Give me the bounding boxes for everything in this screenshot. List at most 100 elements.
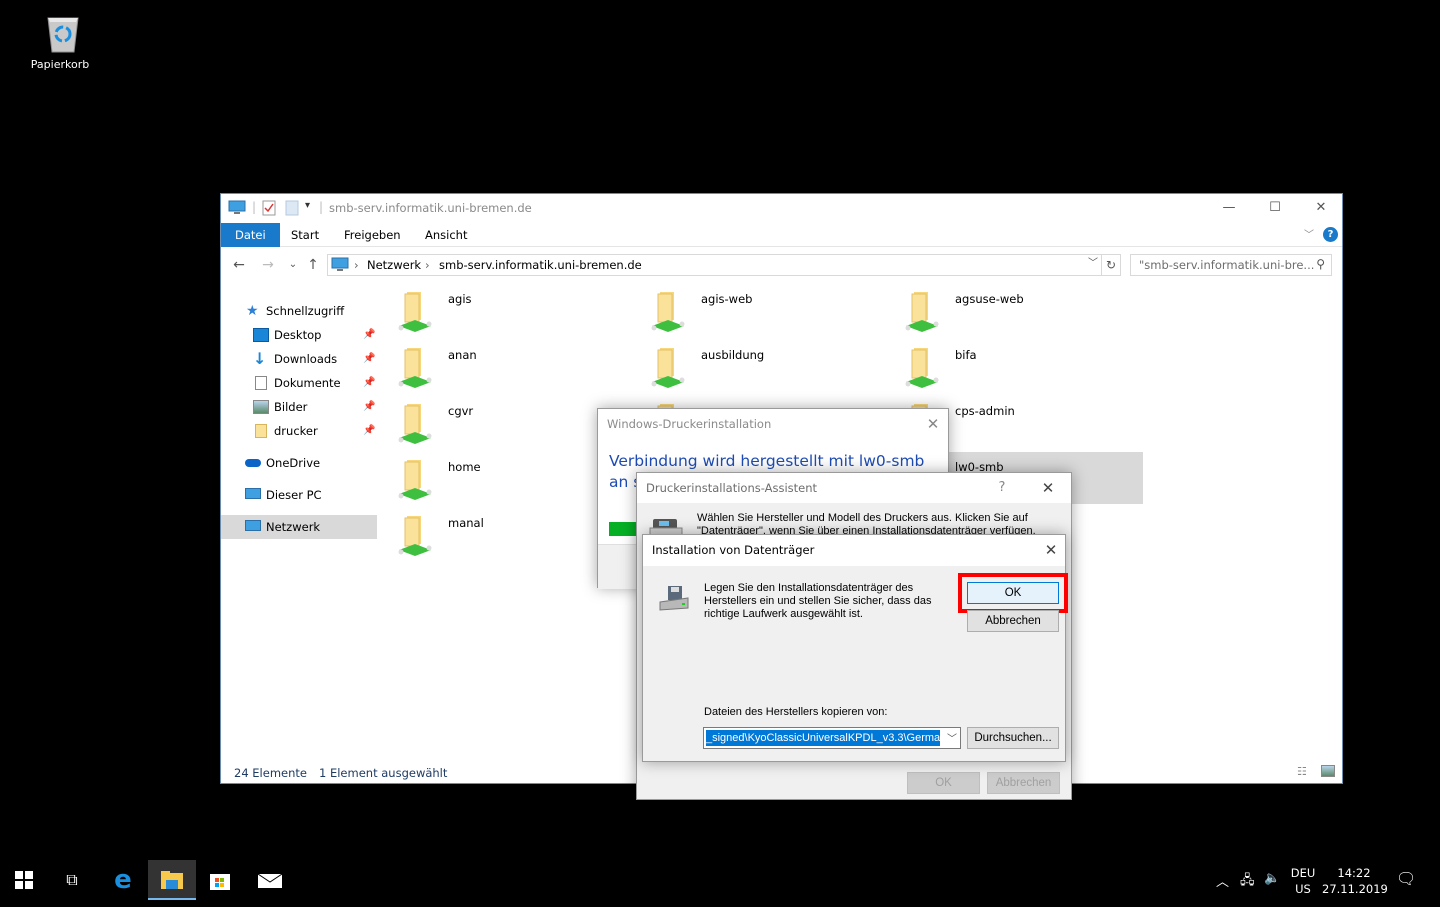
file-name: agsuse-web (955, 292, 1024, 306)
sidebar-item-desktop[interactable]: Desktop 📌 (221, 323, 377, 347)
manufacturer-path-combobox[interactable]: _signed\KyoClassicUniversalKPDL_v3.3\Ger… (703, 727, 961, 749)
address-bar[interactable]: › Netzwerk › smb-serv.informatik.uni-bre… (327, 254, 1102, 276)
file-name: bifa (955, 348, 977, 362)
mail-icon (257, 873, 283, 888)
volume-icon[interactable]: 🔈 (1264, 871, 1280, 886)
sidebar-item-drucker[interactable]: drucker 📌 (221, 419, 377, 443)
back-button[interactable]: ← (229, 255, 249, 275)
star-icon: ★ (246, 303, 259, 319)
clock-time: 14:22 (1337, 866, 1371, 880)
new-folder-icon[interactable] (285, 200, 299, 216)
file-item-anan[interactable]: anan (391, 340, 636, 392)
file-item-agis[interactable]: agis (391, 284, 636, 336)
store-icon (210, 874, 230, 890)
network-share-folder-icon (650, 346, 686, 390)
file-item-agis-web[interactable]: agis-web (644, 284, 889, 336)
file-name: agis (448, 292, 472, 306)
close-button[interactable]: ✕ (918, 413, 948, 435)
close-button[interactable]: ✕ (1298, 194, 1344, 222)
recycle-bin-icon (43, 12, 79, 53)
ok-button[interactable]: OK (967, 582, 1059, 604)
language-label: DEU (1290, 866, 1316, 880)
search-placeholder: "smb-serv.informatik.uni-bre... (1139, 258, 1315, 272)
file-explorer-taskbar-button[interactable] (148, 860, 196, 900)
expand-ribbon-icon[interactable]: ﹀ (1304, 226, 1314, 241)
help-button[interactable]: ? (987, 477, 1017, 499)
breadcrumb-netzwerk[interactable]: Netzwerk (367, 258, 421, 272)
minimize-button[interactable]: — (1206, 194, 1252, 222)
separator: | (319, 200, 324, 214)
pin-icon: 📌 (363, 353, 376, 364)
maximize-button[interactable]: ☐ (1252, 194, 1298, 222)
network-share-folder-icon (397, 346, 433, 390)
tab-start[interactable]: Start (277, 223, 333, 247)
details-view-button[interactable]: ☷ (1297, 765, 1307, 778)
address-dropdown-icon[interactable]: ﹀ (1084, 254, 1102, 276)
sidebar-item-onedrive[interactable]: OneDrive (221, 451, 377, 475)
recent-locations-button[interactable]: ⌄ (283, 255, 303, 275)
up-button[interactable]: ↑ (303, 255, 323, 275)
file-item-ausbildung[interactable]: ausbildung (644, 340, 889, 392)
dialog-title-bar: Druckerinstallations-Assistent ? ✕ (637, 473, 1071, 503)
sidebar-item-schnellzugriff[interactable]: ★ Schnellzugriff (221, 299, 377, 323)
documents-icon (255, 376, 267, 390)
recycle-bin-label: Papierkorb (30, 58, 90, 71)
show-hidden-icons-button[interactable]: ︿ (1216, 871, 1229, 890)
close-button[interactable]: ✕ (1036, 539, 1066, 561)
window-title: smb-serv.informatik.uni-bremen.de (329, 201, 532, 215)
tab-freigeben[interactable]: Freigeben (330, 223, 415, 247)
network-share-folder-icon (397, 290, 433, 334)
dialog-title: Druckerinstallations-Assistent (646, 481, 818, 495)
edge-button[interactable]: e (99, 860, 147, 900)
properties-icon[interactable] (262, 200, 276, 216)
pin-icon: 📌 (363, 425, 376, 436)
desktop-icon-recycle-bin[interactable]: Papierkorb (20, 8, 100, 78)
chevron-down-icon[interactable]: ﹀ (947, 730, 957, 745)
tab-ansicht[interactable]: Ansicht (411, 223, 481, 247)
tab-datei[interactable]: Datei (221, 223, 280, 247)
search-input[interactable]: "smb-serv.informatik.uni-bre... ⚲ (1130, 254, 1332, 276)
clock[interactable]: 14:22 27.11.2019 (1322, 865, 1388, 897)
action-center-icon[interactable]: 🗨 (1396, 869, 1416, 888)
file-name: manal (448, 516, 484, 530)
network-icon (245, 520, 261, 531)
install-from-disk-dialog: Installation von Datenträger ✕ Legen Sie… (642, 534, 1068, 762)
taskbar: ⧉ e ︿ 🖧 🔈 DEU US 14:22 27.11.2019 🗨 (0, 860, 1440, 900)
network-share-folder-icon (397, 458, 433, 502)
browse-button[interactable]: Durchsuchen... (967, 727, 1059, 749)
language-indicator[interactable]: DEU US (1290, 865, 1316, 897)
wizard-ok-button[interactable]: OK (907, 772, 980, 794)
file-item-agsuse-web[interactable]: agsuse-web (898, 284, 1143, 336)
start-button[interactable] (0, 860, 48, 900)
forward-button[interactable]: → (258, 255, 278, 275)
customize-toolbar-icon[interactable]: ▾ (305, 200, 310, 216)
refresh-button[interactable]: ↻ (1101, 254, 1121, 276)
wizard-cancel-button[interactable]: Abbrechen (987, 772, 1060, 794)
mail-button[interactable] (246, 860, 294, 900)
network-share-folder-icon (650, 290, 686, 334)
dialog-title: Installation von Datenträger (652, 543, 815, 557)
network-share-folder-icon (397, 402, 433, 446)
sidebar-item-dokumente[interactable]: Dokumente 📌 (221, 371, 377, 395)
breadcrumb-server[interactable]: smb-serv.informatik.uni-bremen.de (439, 258, 642, 272)
pictures-icon (253, 400, 269, 414)
sidebar-item-downloads[interactable]: ↓ Downloads 📌 (221, 347, 377, 371)
file-name: agis-web (701, 292, 753, 306)
store-button[interactable] (196, 860, 244, 900)
task-view-button[interactable]: ⧉ (48, 860, 96, 900)
sidebar-item-dieser-pc[interactable]: Dieser PC (221, 483, 377, 507)
network-status-icon[interactable]: 🖧 (1240, 871, 1255, 893)
help-button[interactable]: ? (1323, 227, 1338, 242)
cancel-button[interactable]: Abbrechen (967, 610, 1059, 632)
file-item-bifa[interactable]: bifa (898, 340, 1143, 392)
breadcrumb-separator: › (425, 258, 430, 272)
file-name: anan (448, 348, 477, 362)
path-value[interactable]: _signed\KyoClassicUniversalKPDL_v3.3\Ger… (706, 730, 940, 746)
sidebar-item-bilder[interactable]: Bilder 📌 (221, 395, 377, 419)
file-name: home (448, 460, 481, 474)
breadcrumb-separator: › (354, 258, 359, 272)
close-button[interactable]: ✕ (1033, 477, 1063, 499)
disk-install-message: Legen Sie den Installationsdatenträger d… (704, 582, 932, 620)
large-icons-view-button[interactable] (1321, 765, 1335, 777)
sidebar-item-netzwerk[interactable]: Netzwerk (221, 515, 377, 539)
